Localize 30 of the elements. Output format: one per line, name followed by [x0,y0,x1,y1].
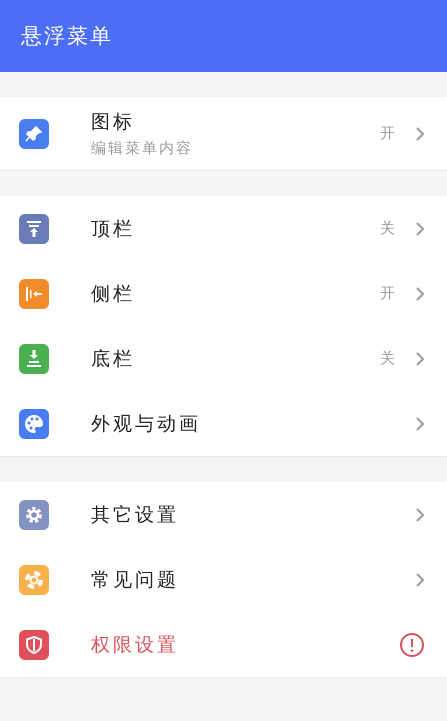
row-title: 底栏 [91,346,136,372]
chevron-icon [415,350,425,366]
row-title: 图标 [91,110,136,135]
settings-row[interactable]: 图标 编辑菜单内容 开 [0,97,447,170]
status-value: 关 [380,219,395,238]
page-title: 悬浮菜单 [21,23,113,50]
alert-icon [399,632,425,658]
row-title: 常见问题 [91,568,180,592]
settings-row[interactable]: 侧栏 开 [0,261,447,326]
settings-row[interactable]: 其它设置 [0,482,447,547]
status-value: 开 [380,284,395,303]
settings-row[interactable]: 底栏 关 [0,326,447,391]
row-title: 权限设置 [91,632,180,658]
chevron-icon [415,126,425,142]
chevron-icon [415,416,425,432]
settings-row[interactable]: 权限设置 [0,612,447,677]
settings-row[interactable]: 顶栏 关 [0,196,447,261]
row-title: 侧栏 [91,282,136,306]
status-value: 开 [380,124,395,143]
chevron-icon [415,286,425,302]
status-value: 关 [380,349,395,368]
row-title: 顶栏 [91,216,136,242]
row-subtitle: 编辑菜单内容 [91,139,194,158]
settings-row[interactable]: 外观与动画 [0,391,447,456]
chevron-icon [415,506,425,522]
row-title: 其它设置 [91,502,180,528]
chevron-icon [415,220,425,236]
row-title: 外观与动画 [91,412,202,436]
chevron-icon [415,572,425,588]
settings-row[interactable]: 常见问题 [0,547,447,612]
